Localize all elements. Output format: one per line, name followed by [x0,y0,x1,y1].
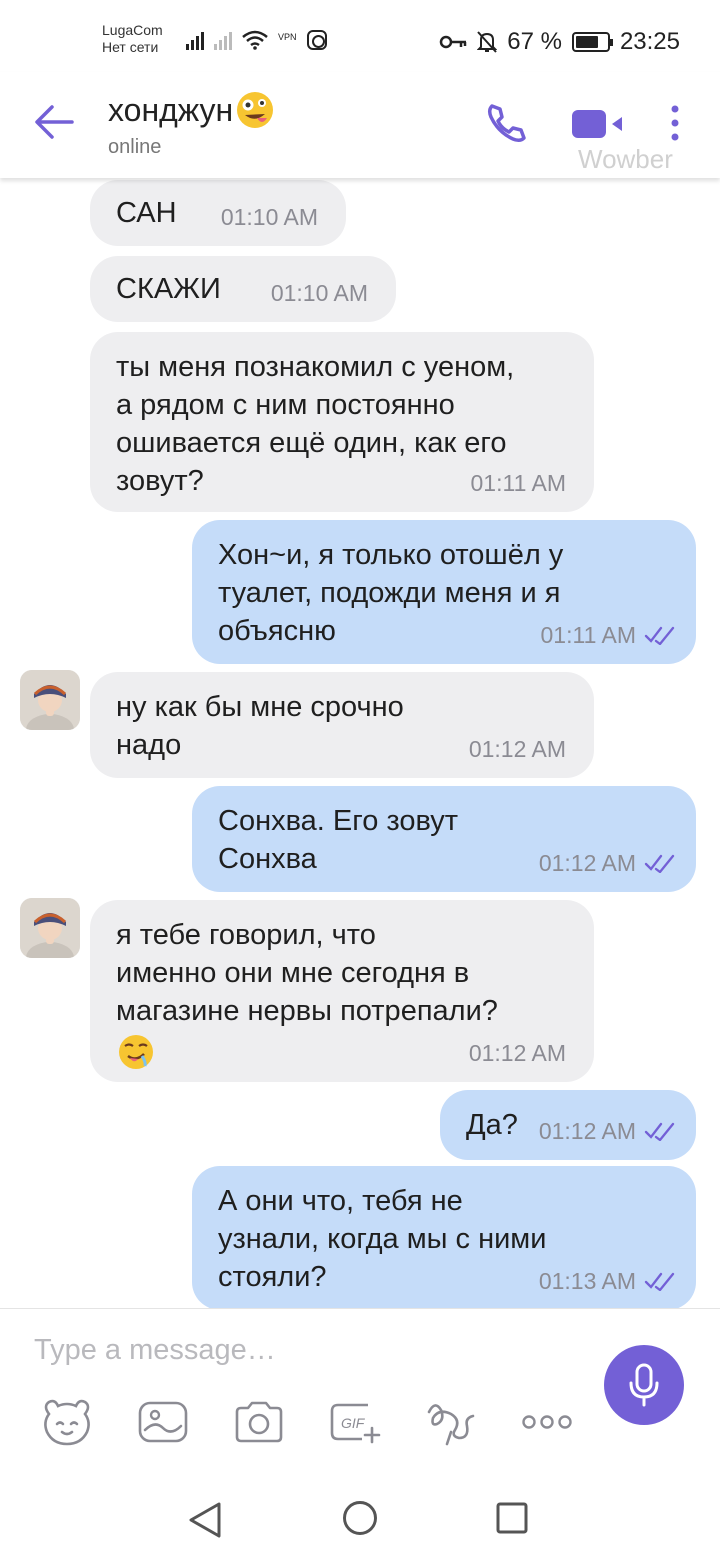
sticker-button[interactable] [40,1395,94,1449]
contact-status: online [108,136,162,158]
read-ticks-icon [644,626,675,645]
bear-sticker-icon [44,1399,90,1446]
microphone-icon [629,1363,659,1407]
nav-home-icon[interactable] [342,1500,378,1536]
message-input[interactable] [34,1327,574,1373]
clock: 23:25 [619,28,680,55]
nav-recent-apps-icon[interactable] [496,1502,528,1534]
doodle-icon [427,1404,475,1446]
battery-percent: 67 % [507,28,562,55]
zany-face-emoji-icon [237,92,274,128]
message-list[interactable]: САН 01:10 AM СКАЖИ 01:10 AM ты меня позн… [0,178,720,1308]
contact-name[interactable]: хонджун [108,90,275,130]
bell-muted-icon [477,31,498,53]
message-bubble-incoming[interactable]: я тебе говорил, что именно они мне сегод… [90,900,594,1082]
message-time: 01:11 AM [470,470,566,496]
message-time: 01:12 AM [539,1112,676,1150]
message-time: 01:10 AM [270,280,368,306]
status-bar: LugaCom Нет сети VPN 67 % 23:25 [0,0,720,72]
message-time: 01:13 AM [539,1262,676,1300]
watermark: Wowber [578,144,673,174]
gif-icon: GIF [330,1403,381,1444]
composer-toolbar: GIF [40,1395,574,1449]
message-bubble-outgoing[interactable]: Да? 01:12 AM [440,1090,696,1160]
battery-icon [571,32,613,52]
voice-message-button[interactable] [604,1345,684,1425]
wifi-icon [242,30,268,50]
message-time: 01:10 AM [220,204,318,230]
gallery-icon [138,1401,188,1443]
message-time: 01:12 AM [468,736,566,762]
more-dots-icon [522,1415,572,1429]
status-right: 67 % 23:25 [439,28,680,56]
read-ticks-icon [644,1122,675,1141]
chat-header: хонджун online Wowber [0,72,720,178]
more-options-icon[interactable] [668,104,682,144]
carrier-info: LugaCom Нет сети [102,22,163,56]
contact-name-text: хонджун [108,91,234,128]
nav-back-icon[interactable] [186,1500,224,1540]
phone-call-icon[interactable] [486,102,528,144]
gallery-button[interactable] [136,1395,190,1449]
instagram-icon [306,30,327,50]
avatar-image [20,898,80,958]
svg-text:GIF: GIF [341,1415,366,1431]
message-time: 01:12 AM [468,1040,566,1066]
carrier-status: Нет сети [102,39,159,55]
doodle-button[interactable] [424,1395,478,1449]
vpn-label: VPN [278,32,297,42]
signal-bars-empty-icon [214,30,232,50]
message-bubble-outgoing[interactable]: Хон~и, я только отошёл у туалет, подожди… [192,520,696,664]
message-bubble-incoming[interactable]: ты меня познакомил с уеном, а рядом с ни… [90,332,594,512]
video-call-icon[interactable] [570,108,628,140]
message-time: 01:12 AM [539,844,676,882]
key-icon [439,35,467,49]
message-time: 01:11 AM [541,616,676,654]
message-bubble-incoming[interactable]: САН 01:10 AM [90,180,346,246]
camera-icon [235,1401,283,1443]
avatar-image [20,670,80,730]
carrier-name: LugaCom [102,22,163,38]
system-nav-bar [0,1478,720,1560]
more-attachments-button[interactable] [520,1395,574,1449]
camera-button[interactable] [232,1395,286,1449]
gif-button[interactable]: GIF [328,1395,382,1449]
message-bubble-incoming[interactable]: ну как бы мне срочно надо 01:12 AM [90,672,594,778]
back-arrow-icon[interactable] [34,104,74,140]
drooling-face-emoji-icon [119,1035,153,1069]
signal-bars-icon [186,30,204,50]
message-bubble-incoming[interactable]: СКАЖИ 01:10 AM [90,256,396,322]
read-ticks-icon [644,1272,675,1291]
message-bubble-outgoing[interactable]: Сонхва. Его зовут Сонхва 01:12 AM [192,786,696,892]
read-ticks-icon [644,854,675,873]
signal-icons: VPN [186,30,327,50]
contact-avatar[interactable] [20,898,80,958]
contact-avatar[interactable] [20,670,80,730]
composer: GIF [0,1308,720,1478]
message-text: я тебе говорил, что именно они мне сегод… [116,919,498,1027]
message-bubble-outgoing[interactable]: А они что, тебя не узнали, когда мы с ни… [192,1166,696,1308]
